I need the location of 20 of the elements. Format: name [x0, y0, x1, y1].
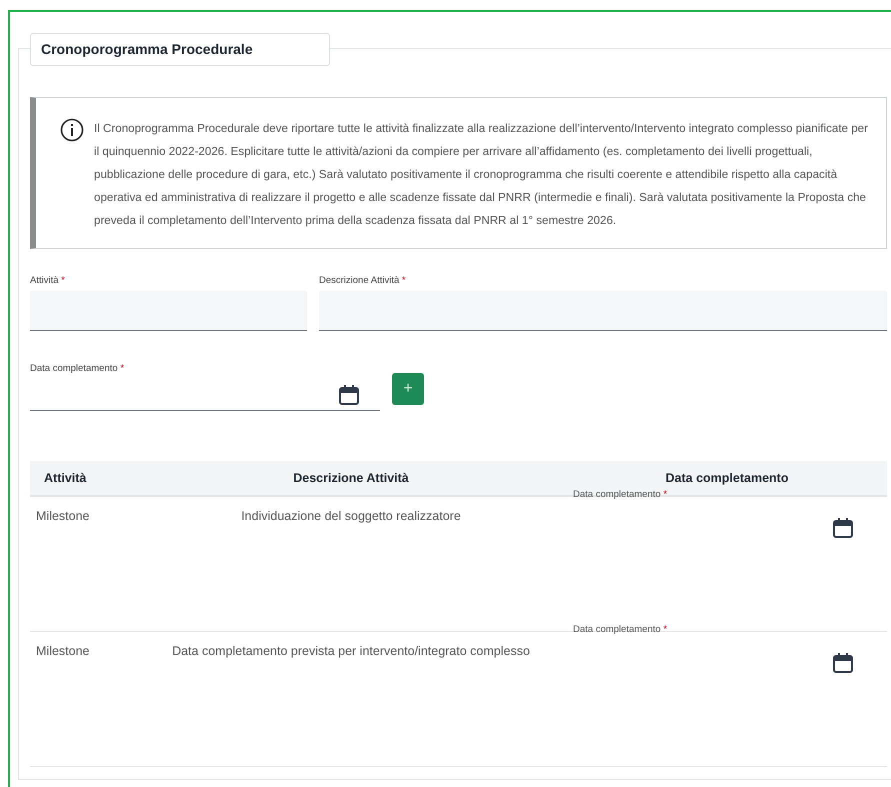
section-title: Cronoporogramma Procedurale	[30, 33, 330, 66]
add-button[interactable]: +	[392, 373, 424, 405]
info-icon	[60, 118, 84, 142]
field-label: Data completamento *	[573, 489, 668, 500]
table-cell: Milestone	[36, 509, 90, 523]
table-cell: Data completamento prevista per intervento/integrato complesso	[172, 644, 530, 658]
calendar-icon[interactable]	[338, 384, 360, 406]
field-label: Data completamento *	[573, 624, 668, 635]
calendar-icon[interactable]	[832, 517, 854, 539]
table-cell: Milestone	[36, 644, 90, 658]
column-header: Descrizione Attività	[135, 461, 567, 496]
calendar-icon[interactable]	[832, 652, 854, 674]
column-header: Attività	[30, 461, 135, 496]
table-cell: Individuazione del soggetto realizzatore	[241, 509, 461, 523]
info-text: Il Cronoprogramma Procedurale deve riportare tutte le attività finalizzate alla realizzazione dell’intervento/Intervento integrato complesso pianificate per il quinquennio 2022-2026. Esplicitare tutte le attività/azioni da compiere per arrivare all’affidamento (es. completamento dei livelli progettuali, pubblicazione delle procedure di gara, etc.) Sarà valutato positivamente il cronoprogramma che risulti coerente e attendibile rispetto alla capacità operativa ed amministrativa di realizzare il progetto e alle scadenze fissate dal PNRR (intermedie e finali). Sarà valutata positivamente la Proposta che preveda il completamento dell’Intervento prima della scadenza fissata dal PNRR al 1° semestre 2026.	[94, 121, 869, 229]
field-label: Data completamento *	[30, 363, 126, 374]
field-label: Descrizione Attività *	[319, 275, 407, 286]
field-label: Attività *	[30, 275, 66, 286]
input-field[interactable]	[30, 291, 307, 331]
input-field[interactable]	[319, 291, 887, 331]
